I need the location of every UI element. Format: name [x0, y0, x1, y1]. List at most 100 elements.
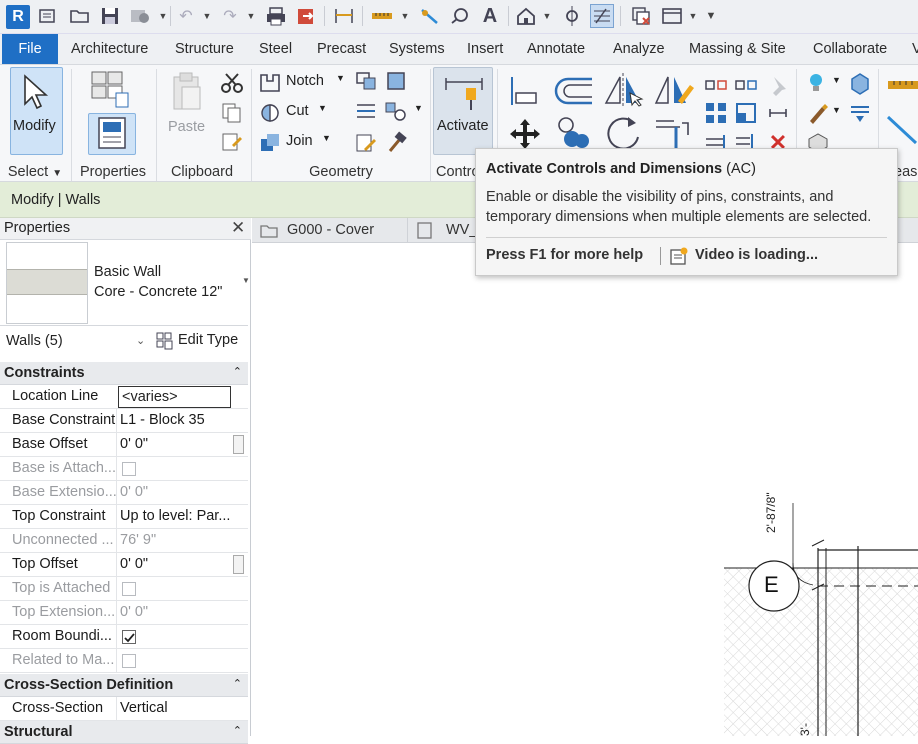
- tab-annotate[interactable]: Annotate: [527, 34, 585, 64]
- activate-controls-button[interactable]: Activate: [433, 67, 493, 155]
- cut-icon[interactable]: [220, 71, 244, 95]
- linework-dropdown-icon[interactable]: ▼: [832, 105, 841, 115]
- tab-insert[interactable]: Insert: [467, 34, 503, 64]
- undo-icon[interactable]: ↶: [174, 4, 198, 28]
- mirror-pick-axis-icon[interactable]: [602, 71, 646, 111]
- thin-lines-icon[interactable]: [590, 4, 614, 28]
- view-dropdown-icon[interactable]: ▼: [542, 4, 552, 28]
- notch-icon[interactable]: [258, 71, 282, 95]
- split-gap-icon[interactable]: [734, 73, 758, 97]
- linework-icon[interactable]: [806, 101, 830, 125]
- join-icon[interactable]: [258, 131, 282, 155]
- section-constraints[interactable]: Constraints ⌃: [0, 362, 248, 385]
- location-line-input[interactable]: <varies>: [118, 386, 231, 408]
- base-attached-checkbox[interactable]: [122, 462, 136, 476]
- tab-precast[interactable]: Precast: [317, 34, 366, 64]
- section-structural[interactable]: Structural ⌃: [0, 721, 248, 744]
- properties-palette-button[interactable]: [88, 113, 136, 155]
- room-bounding-checkbox[interactable]: [122, 630, 136, 644]
- save-icon[interactable]: [98, 4, 122, 28]
- edit-type-button[interactable]: Edit Type: [154, 330, 248, 352]
- tab-file[interactable]: File: [2, 34, 58, 64]
- override-dropdown-icon[interactable]: ▼: [832, 75, 841, 85]
- dimension-text[interactable]: 2'-87/8": [764, 492, 778, 533]
- filter-dropdown-icon[interactable]: ⌄: [136, 334, 145, 347]
- match-properties-icon[interactable]: [220, 131, 244, 155]
- aligned-dimension-icon[interactable]: [332, 4, 356, 28]
- view-tab[interactable]: G000 - Cover: [256, 218, 408, 243]
- switch-windows-dropdown-icon[interactable]: ▼: [688, 4, 698, 28]
- tab-view[interactable]: V: [912, 34, 918, 64]
- paint-icon[interactable]: [384, 99, 408, 123]
- folder-open-icon[interactable]: [68, 4, 92, 28]
- array-icon[interactable]: [704, 101, 728, 125]
- wall-joins-icon[interactable]: [354, 69, 378, 93]
- split-element-icon[interactable]: [704, 73, 728, 97]
- hide-in-view-icon[interactable]: [848, 71, 872, 95]
- prop-value[interactable]: Vertical: [120, 697, 232, 720]
- offset-icon[interactable]: [552, 75, 594, 107]
- cut-geometry-icon[interactable]: [258, 101, 282, 125]
- type-selector[interactable]: Basic Wall Core - Concrete 12" ▼: [0, 240, 250, 326]
- cut-dropdown-icon[interactable]: ▼: [318, 103, 327, 113]
- undo-dropdown-icon[interactable]: ▼: [202, 4, 212, 28]
- paste-button[interactable]: Paste: [164, 69, 208, 155]
- modify-button[interactable]: Modify: [10, 67, 63, 155]
- section-cross-section[interactable]: Cross-Section Definition ⌃: [0, 674, 248, 697]
- copy-element-icon[interactable]: [554, 115, 590, 151]
- switch-windows-icon[interactable]: [660, 4, 684, 28]
- override-graphics-icon[interactable]: [806, 71, 830, 95]
- paint-dropdown-icon[interactable]: ▼: [414, 103, 423, 113]
- cut-label[interactable]: Cut: [286, 103, 309, 119]
- sync-dropdown-icon[interactable]: ▼: [158, 4, 168, 28]
- rotate-icon[interactable]: [604, 113, 642, 153]
- close-hidden-windows-icon[interactable]: [630, 4, 654, 28]
- mirror-draw-axis-icon[interactable]: [652, 71, 696, 111]
- align-icon[interactable]: [508, 75, 540, 107]
- tab-steel[interactable]: Steel: [259, 34, 292, 64]
- unpin-icon[interactable]: [766, 101, 790, 125]
- hammer-icon[interactable]: [384, 131, 408, 155]
- tab-architecture[interactable]: Architecture: [71, 34, 148, 64]
- element-filter[interactable]: Walls (5) ⌄: [0, 326, 152, 356]
- type-properties-icon[interactable]: [88, 69, 132, 111]
- demolish-icon[interactable]: [354, 131, 378, 155]
- move-icon[interactable]: [508, 117, 542, 151]
- pin-icon[interactable]: [766, 73, 790, 97]
- customize-toolbar-icon[interactable]: ▼: [704, 4, 718, 28]
- associate-parameter-button[interactable]: [233, 435, 244, 454]
- drawing-canvas[interactable]: E 2'-87/8" 3'-: [252, 243, 918, 736]
- section-icon[interactable]: [560, 4, 584, 28]
- print-icon[interactable]: [264, 4, 288, 28]
- tag-icon[interactable]: [448, 4, 472, 28]
- prop-value[interactable]: Up to level: Par...: [120, 505, 232, 528]
- tab-analyze[interactable]: Analyze: [613, 34, 665, 64]
- sync-icon[interactable]: [128, 4, 152, 28]
- revit-logo[interactable]: R: [6, 5, 30, 29]
- related-to-mass-checkbox[interactable]: [122, 654, 136, 668]
- notch-label[interactable]: Notch: [286, 73, 324, 89]
- measure-along-icon[interactable]: [886, 115, 918, 147]
- type-dropdown-icon[interactable]: ▼: [242, 276, 250, 285]
- join-label[interactable]: Join: [286, 133, 313, 149]
- dimension-text[interactable]: 3'-: [798, 723, 812, 736]
- top-attached-checkbox[interactable]: [122, 582, 136, 596]
- notch-dropdown-icon[interactable]: ▼: [336, 73, 345, 83]
- split-face-icon[interactable]: [384, 69, 408, 93]
- prop-value[interactable]: 0' 0": [120, 433, 232, 456]
- beam-join-icon[interactable]: [354, 99, 378, 123]
- prop-value[interactable]: L1 - Block 35: [120, 409, 232, 432]
- measure-dropdown-icon[interactable]: ▼: [400, 4, 410, 28]
- measure-icon[interactable]: [370, 4, 394, 28]
- tab-collaborate[interactable]: Collaborate: [813, 34, 887, 64]
- text-icon[interactable]: A: [478, 4, 502, 28]
- prop-value[interactable]: 0' 0": [120, 553, 232, 576]
- join-dropdown-icon[interactable]: ▼: [322, 133, 331, 143]
- tab-structure[interactable]: Structure: [175, 34, 234, 64]
- tab-massing-site[interactable]: Massing & Site: [689, 34, 786, 64]
- copy-icon[interactable]: [220, 101, 244, 125]
- export-icon[interactable]: [294, 4, 318, 28]
- open-icon[interactable]: [36, 4, 60, 28]
- redo-dropdown-icon[interactable]: ▼: [246, 4, 256, 28]
- associate-parameter-button[interactable]: [233, 555, 244, 574]
